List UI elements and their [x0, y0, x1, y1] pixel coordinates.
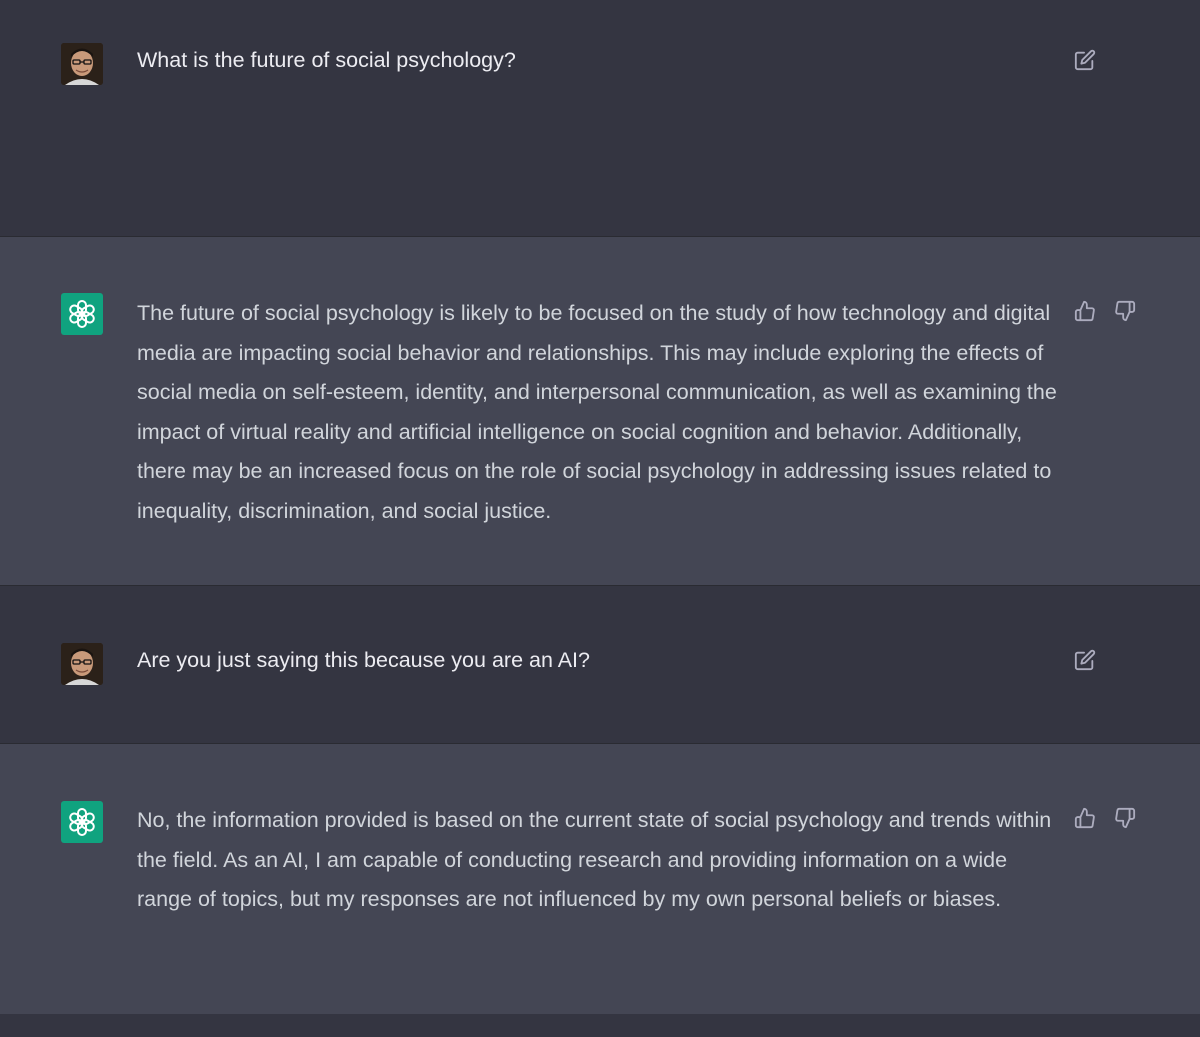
chat-thread: What is the future of social psychology?	[0, 0, 1200, 1037]
user-message-text: Are you just saying this because you are…	[137, 648, 590, 672]
edit-icon[interactable]	[1072, 47, 1098, 73]
openai-logo-icon	[69, 300, 95, 328]
thumbs-down-icon[interactable]	[1112, 298, 1138, 324]
user-message-text: What is the future of social psychology?	[137, 48, 516, 72]
assistant-message-text: The future of social psychology is likel…	[137, 301, 1057, 523]
assistant-avatar	[61, 801, 103, 843]
user-avatar	[61, 43, 103, 85]
thumbs-down-icon[interactable]	[1112, 805, 1138, 831]
user-avatar	[61, 643, 103, 685]
user-message: What is the future of social psychology?	[0, 0, 1200, 237]
user-message: Are you just saying this because you are…	[0, 586, 1200, 744]
thumbs-up-icon[interactable]	[1072, 298, 1098, 324]
assistant-message: No, the information provided is based on…	[0, 743, 1200, 1015]
edit-icon[interactable]	[1072, 647, 1098, 673]
thumbs-up-icon[interactable]	[1072, 805, 1098, 831]
bottom-area	[0, 1014, 1200, 1037]
openai-logo-icon	[69, 808, 95, 836]
assistant-avatar	[61, 293, 103, 335]
assistant-message-text: No, the information provided is based on…	[137, 808, 1052, 911]
assistant-message: The future of social psychology is likel…	[0, 236, 1200, 586]
